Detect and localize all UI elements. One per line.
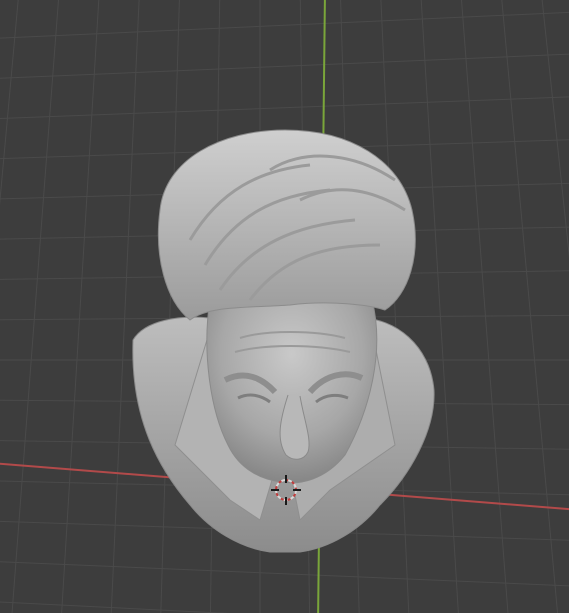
bust-hair bbox=[157, 129, 416, 321]
viewport-canvas[interactable] bbox=[0, 0, 569, 613]
sculpted-head-bust[interactable] bbox=[132, 129, 435, 553]
3d-viewport[interactable] bbox=[0, 0, 569, 613]
